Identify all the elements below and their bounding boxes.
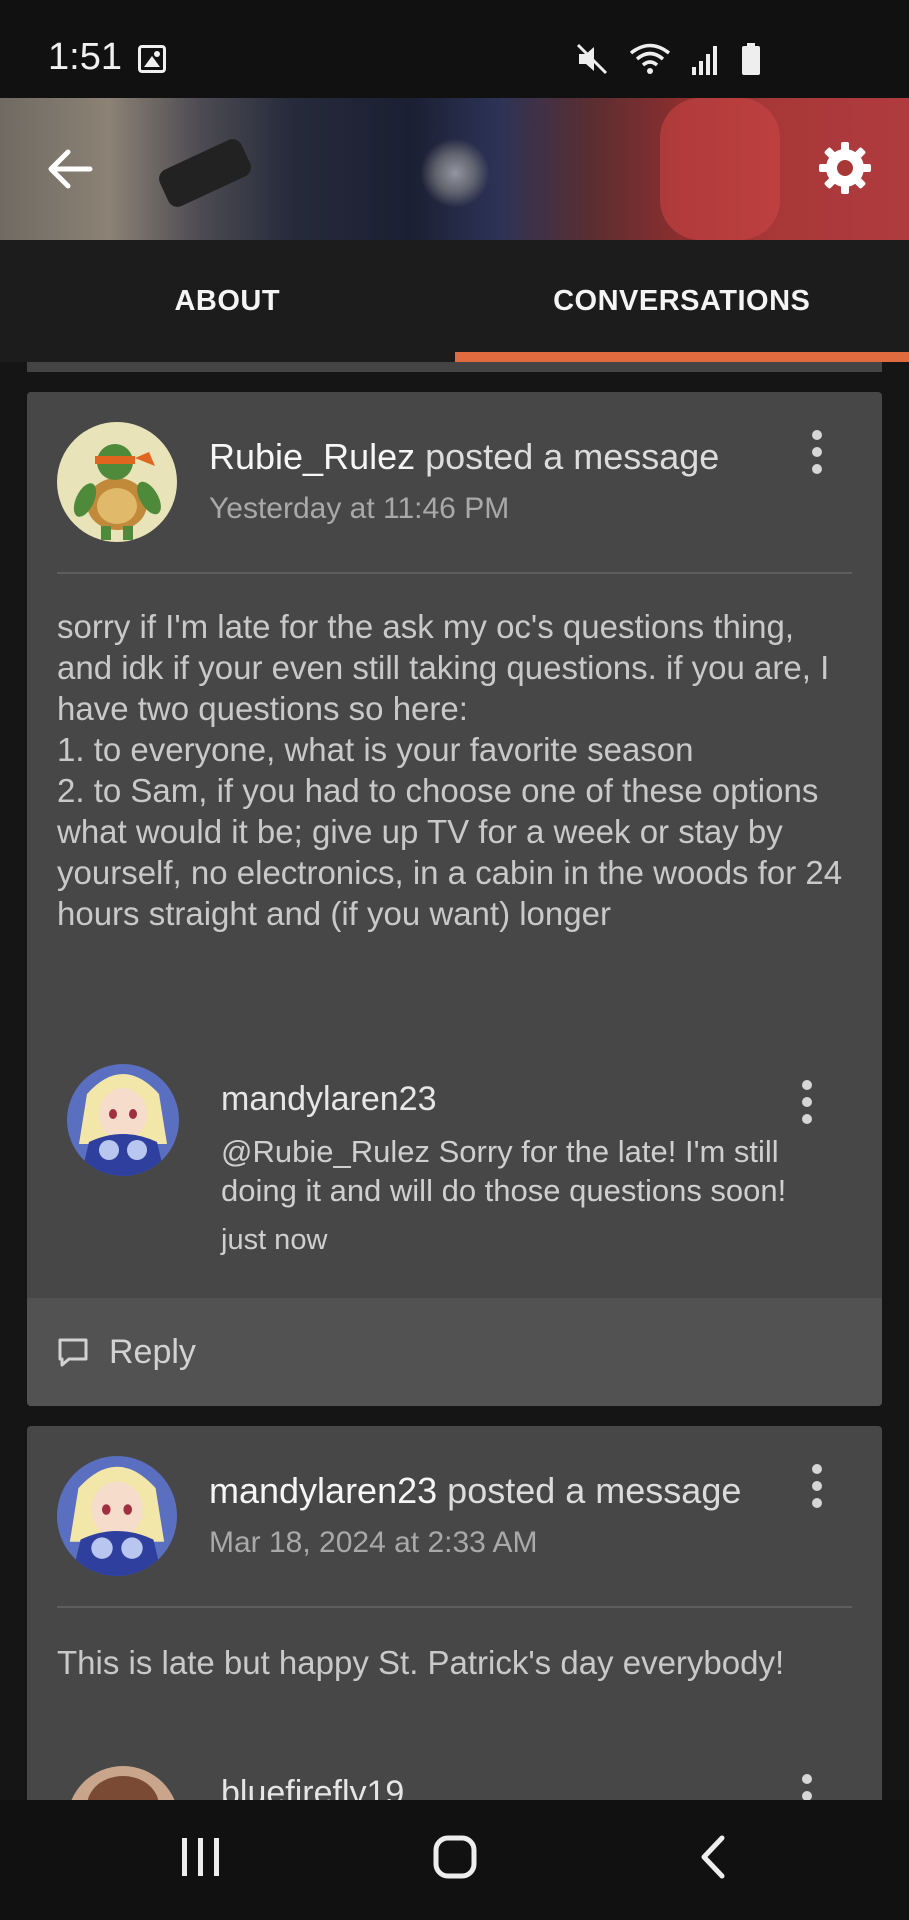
previous-card-edge <box>27 362 882 372</box>
reply-button[interactable]: Reply <box>27 1298 882 1406</box>
avatar[interactable] <box>57 422 177 542</box>
banner-art-1 <box>155 135 255 211</box>
comment-more-options-icon[interactable] <box>792 1766 822 1800</box>
avatar[interactable] <box>67 1766 179 1800</box>
divider <box>57 1606 852 1608</box>
tab-conversations[interactable]: CONVERSATIONS <box>454 240 909 362</box>
more-options-icon[interactable] <box>802 1456 832 1516</box>
comment-author[interactable]: mandylaren23 <box>221 1080 436 1119</box>
author-name[interactable]: Rubie_Rulez <box>209 436 415 477</box>
avatar-image <box>67 1766 179 1800</box>
post-action: posted a message <box>425 436 720 477</box>
system-nav-bar <box>0 1800 909 1920</box>
comment: bluefirefly19 <box>27 1766 882 1800</box>
post-card: Rubie_Rulez posted a message Yesterday a… <box>27 392 882 1406</box>
divider <box>57 572 852 574</box>
post-header-text: Rubie_Rulez posted a message Yesterday a… <box>209 436 802 526</box>
post-title: Rubie_Rulez posted a message <box>209 436 802 478</box>
author-name[interactable]: mandylaren23 <box>209 1470 437 1511</box>
avatar[interactable] <box>57 1456 177 1576</box>
comment-icon <box>58 1338 88 1367</box>
post-action: posted a message <box>447 1470 742 1511</box>
post-body: This is late but happy St. Patrick's day… <box>57 1644 785 1681</box>
post-header: Rubie_Rulez posted a message Yesterday a… <box>27 392 882 574</box>
post-title: mandylaren23 posted a message <box>209 1470 802 1512</box>
reply-label: Reply <box>109 1332 196 1371</box>
post-time: Mar 18, 2024 at 2:33 AM <box>209 1526 538 1559</box>
image-icon <box>138 45 166 73</box>
turtle-avatar-image <box>57 422 177 542</box>
arrow-left-icon[interactable] <box>44 143 96 195</box>
status-icons <box>575 42 761 76</box>
comment-text: @Rubie_Rulez Sorry for the late! I'm sti… <box>221 1134 787 1208</box>
comment: mandylaren23 @Rubie_Rulez Sorry for the … <box>27 1064 882 1264</box>
recent-apps-icon[interactable] <box>178 1834 224 1880</box>
back-nav-icon[interactable] <box>690 1834 736 1880</box>
gear-icon[interactable] <box>817 140 873 196</box>
mute-icon <box>576 43 608 75</box>
post-card: mandylaren23 posted a message Mar 18, 20… <box>27 1426 882 1800</box>
status-bar: 1:51 <box>0 0 909 98</box>
post-body: sorry if I'm late for the ask my oc's qu… <box>57 608 843 932</box>
post-header-text: mandylaren23 posted a message Mar 18, 20… <box>209 1470 802 1560</box>
group-banner <box>0 98 909 240</box>
wifi-icon <box>629 43 671 74</box>
battery-icon <box>742 43 760 75</box>
more-options-icon[interactable] <box>802 422 832 482</box>
banner-art-2 <box>420 138 490 208</box>
post-time: Yesterday at 11:46 PM <box>209 492 510 525</box>
comment-author[interactable]: bluefirefly19 <box>221 1774 404 1800</box>
anime-avatar-image <box>67 1064 179 1176</box>
tab-about[interactable]: ABOUT <box>0 240 455 362</box>
status-time: 1:51 <box>48 36 122 78</box>
conversation-feed[interactable]: Rubie_Rulez posted a message Yesterday a… <box>0 362 909 1800</box>
home-icon[interactable] <box>432 1834 478 1880</box>
post-header: mandylaren23 posted a message Mar 18, 20… <box>27 1426 882 1608</box>
avatar[interactable] <box>67 1064 179 1176</box>
screen: 1:51 ABOUT CONVERSATIONS Rubie_Rulez pos… <box>0 0 909 1920</box>
signal-icon <box>692 46 717 75</box>
tab-bar: ABOUT CONVERSATIONS <box>0 240 909 362</box>
anime-avatar-image <box>57 1456 177 1576</box>
comment-more-options-icon[interactable] <box>792 1072 822 1132</box>
banner-art-3 <box>660 98 780 240</box>
comment-time: just now <box>221 1224 328 1256</box>
